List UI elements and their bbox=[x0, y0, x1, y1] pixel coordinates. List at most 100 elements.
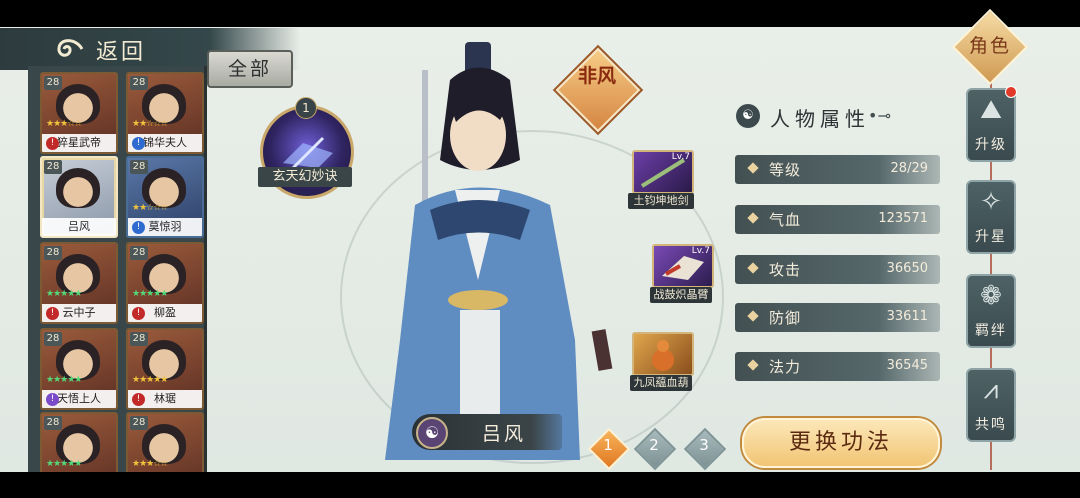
element-badge-icon: ! bbox=[132, 393, 145, 406]
element-badge-icon: ! bbox=[46, 393, 59, 406]
cloud-swirl-icon bbox=[57, 39, 84, 57]
attribute-label: 气血 bbox=[769, 211, 802, 229]
character-card[interactable]: 28 吕风 bbox=[40, 156, 118, 238]
card-level: 28 bbox=[44, 246, 62, 260]
nav-icon: ❁ bbox=[980, 281, 1002, 311]
attribute-row: 攻击 36650 bbox=[735, 255, 940, 284]
card-name: 吕风 bbox=[42, 218, 116, 236]
role-tab-label: 角色 bbox=[968, 35, 1011, 57]
nav-upgrade-button[interactable]: ⛰ 升级 bbox=[966, 88, 1016, 162]
element-badge-icon: ! bbox=[132, 307, 145, 320]
card-level: 28 bbox=[130, 76, 148, 90]
skill-number-badge: 1 bbox=[295, 97, 317, 119]
card-stars: ★★★★★ bbox=[132, 375, 168, 385]
attribute-row: 法力 36545 bbox=[735, 352, 940, 381]
card-level: 28 bbox=[44, 332, 62, 346]
equipment-name: 九凤藴血葫 bbox=[630, 375, 692, 391]
card-stars: ★★★★★ bbox=[46, 375, 82, 385]
card-stars: ★★★★★ bbox=[46, 289, 82, 299]
character-avatar bbox=[56, 424, 100, 464]
character-avatar bbox=[142, 168, 186, 208]
change-skill-button[interactable]: 更换功法 bbox=[742, 418, 940, 468]
nav-icon: ⩘ bbox=[983, 375, 999, 405]
character-card[interactable]: 28 ★★★★★ 天悟上人! bbox=[40, 328, 118, 410]
character-name-bar: ☯ 吕风 bbox=[412, 414, 562, 450]
card-stars: ★★★☆☆ bbox=[46, 119, 82, 129]
nav-label: 升星 bbox=[975, 229, 1007, 245]
attribute-row: 防御 33611 bbox=[735, 303, 940, 332]
character-avatar bbox=[142, 424, 186, 464]
attribute-value: 33611 bbox=[886, 309, 928, 324]
attribute-label: 攻击 bbox=[769, 261, 802, 279]
character-avatar bbox=[56, 340, 100, 380]
equipment-level: Lv.7 bbox=[691, 246, 710, 256]
game-screen: 返回 全部 28 ★★★☆☆ 猝星武帝! 28 ★★☆☆☆ 锦华夫人! 28 吕风 28 ★★☆☆… bbox=[0, 0, 1080, 498]
nav-label: 共鸣 bbox=[975, 417, 1007, 433]
character-avatar bbox=[142, 84, 186, 124]
character-card[interactable]: 28 ★★☆☆☆ 莫惊羽! bbox=[126, 156, 204, 238]
character-card[interactable]: 28 ★★★☆☆ 猝星武帝! bbox=[40, 72, 118, 154]
character-card[interactable]: 28 ★★★★★ 云中子! bbox=[40, 242, 118, 324]
attribute-value: 28/29 bbox=[890, 161, 928, 176]
attribute-value: 123571 bbox=[878, 211, 928, 226]
character-avatar bbox=[56, 168, 100, 208]
nav-star-up-button[interactable]: ✧ 升星 bbox=[966, 180, 1016, 254]
card-level: 28 bbox=[130, 160, 148, 174]
character-avatar bbox=[56, 254, 100, 294]
nav-resonance-button[interactable]: ⩘ 共鸣 bbox=[966, 368, 1016, 442]
card-level: 28 bbox=[130, 246, 148, 260]
skill-name: 玄天幻妙诀 bbox=[258, 167, 352, 187]
diamond-icon bbox=[747, 262, 759, 274]
nav-icon: ⛰ bbox=[980, 95, 1002, 125]
character-avatar bbox=[56, 84, 100, 124]
card-level: 28 bbox=[44, 416, 62, 430]
character-card[interactable]: 28 ★★★★★ 林琚! bbox=[126, 328, 204, 410]
equipment-slot-gourd[interactable] bbox=[632, 332, 694, 376]
status-bar bbox=[0, 0, 1080, 27]
diamond-icon bbox=[747, 162, 759, 174]
yin-yang-icon: ☯ bbox=[416, 417, 448, 449]
character-card[interactable]: 28 ★★☆☆☆ 锦华夫人! bbox=[126, 72, 204, 154]
nav-label: 羁绊 bbox=[975, 323, 1007, 339]
filter-all-button[interactable]: 全部 bbox=[207, 50, 293, 88]
card-level: 28 bbox=[44, 160, 62, 174]
character-name: 吕风 bbox=[482, 423, 527, 445]
attribute-label: 等级 bbox=[769, 161, 802, 179]
back-label: 返回 bbox=[96, 40, 147, 65]
element-badge-icon: ! bbox=[46, 307, 59, 320]
diamond-icon bbox=[747, 359, 759, 371]
attributes-heading: ☯ 人物属性 •⊸ bbox=[736, 102, 936, 132]
card-stars: ★★★★★ bbox=[132, 289, 168, 299]
card-level: 28 bbox=[130, 332, 148, 346]
character-avatar bbox=[142, 340, 186, 380]
card-level: 28 bbox=[44, 76, 62, 90]
character-list[interactable]: 28 ★★★☆☆ 猝星武帝! 28 ★★☆☆☆ 锦华夫人! 28 吕风 28 ★★☆☆☆ 莫惊羽! 2… bbox=[28, 66, 207, 494]
element-badge-icon: ! bbox=[132, 221, 145, 234]
nav-icon: ✧ bbox=[980, 187, 1002, 217]
card-stars: ★★☆☆☆ bbox=[132, 119, 168, 129]
notification-dot bbox=[1005, 86, 1017, 98]
card-stars: ★★★★★ bbox=[46, 459, 82, 469]
card-stars: ★★☆☆☆ bbox=[132, 203, 168, 213]
card-level: 28 bbox=[130, 416, 148, 430]
title-badge-text: 非风 bbox=[577, 65, 616, 87]
page-number: 3 bbox=[699, 436, 709, 454]
equipment-name: 土钧坤地剑 bbox=[628, 193, 694, 209]
element-badge-icon: ! bbox=[132, 137, 145, 150]
diamond-icon bbox=[747, 310, 759, 322]
nav-bond-button[interactable]: ❁ 羁绊 bbox=[966, 274, 1016, 348]
page-number: 2 bbox=[649, 436, 659, 454]
card-stars: ★★★☆☆ bbox=[132, 459, 168, 469]
character-card[interactable]: 28 ★★★★★ 柳盈! bbox=[126, 242, 204, 324]
equipment-level: Lv.7 bbox=[671, 152, 690, 162]
equipment-name: 战鼓炽晶臂 bbox=[650, 287, 712, 303]
character-avatar bbox=[142, 254, 186, 294]
arrow-decoration-icon: •⊸ bbox=[868, 106, 891, 125]
page-number: 1 bbox=[603, 436, 613, 454]
attribute-value: 36650 bbox=[886, 261, 928, 276]
equipment-slot-weapon[interactable]: Lv.7 bbox=[632, 150, 694, 194]
yin-yang-icon: ☯ bbox=[736, 104, 760, 128]
element-badge-icon: ! bbox=[46, 137, 59, 150]
equipment-slot-armguard[interactable]: Lv.7 bbox=[652, 244, 714, 288]
attribute-value: 36545 bbox=[886, 358, 928, 373]
